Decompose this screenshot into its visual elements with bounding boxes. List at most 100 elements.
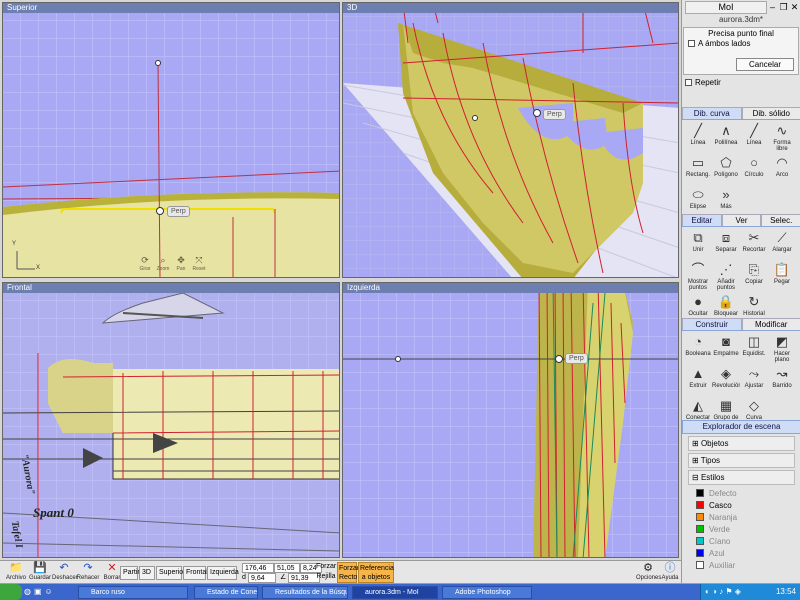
view-button-4[interactable]: Izquierda	[207, 566, 239, 580]
checkbox-box[interactable]	[685, 79, 692, 86]
grid-snap-toggle[interactable]: Rejilla	[316, 572, 336, 582]
tab-draw-solid[interactable]: Dib. sólido	[741, 107, 800, 119]
restore-icon[interactable]: ❐	[778, 2, 789, 13]
explorer-node-types[interactable]: ⊞ Tipos	[688, 453, 795, 468]
style-swatch[interactable]	[696, 525, 704, 533]
taskbar-item-4[interactable]: Adobe Photoshop	[442, 586, 532, 599]
edit-tool-2-button[interactable]: ✂ Recortar	[740, 229, 768, 261]
start-button[interactable]	[0, 584, 22, 600]
tool-label: Polígono	[714, 172, 738, 178]
repeat-checkbox[interactable]: Repetir	[685, 78, 797, 87]
toolbar-button-3[interactable]: ↷ Rehacer	[76, 562, 100, 582]
style-item[interactable]: Defecto	[696, 487, 800, 499]
draw-tool-7-button[interactable]: ◠ Arco	[768, 154, 796, 186]
style-swatch[interactable]	[696, 501, 704, 509]
close-icon[interactable]: ✕	[789, 2, 800, 13]
style-item[interactable]: Azul	[696, 547, 800, 559]
explorer-node-objects[interactable]: ⊞ Objetos	[688, 436, 795, 451]
style-item[interactable]: Auxiliar	[696, 559, 800, 571]
checkbox-box[interactable]	[688, 40, 695, 47]
viewport-left-canvas[interactable]	[343, 283, 679, 558]
tab-build[interactable]: Construir	[682, 318, 742, 330]
build-tool-5-button[interactable]: ◈ Revolución	[712, 365, 740, 397]
tool-icon: ◙	[722, 334, 730, 349]
style-list: Defecto Casco Naranja Verde Cíano Azul Auxilia…	[682, 487, 800, 571]
options-label: Opciones	[636, 575, 662, 581]
style-item[interactable]: Verde	[696, 523, 800, 535]
viewport-3d[interactable]: 3D Perp	[342, 2, 679, 278]
view-button-1[interactable]: 3D	[139, 566, 155, 580]
style-swatch[interactable]	[696, 513, 704, 521]
style-item[interactable]: Naranja	[696, 511, 800, 523]
viewport-left[interactable]: Izquierda Perp	[342, 282, 679, 558]
nav-reset-button[interactable]: ⤧ Reset	[191, 255, 207, 272]
taskbar-item-1[interactable]: Estado de Conexiones ...	[194, 586, 258, 599]
tab-select[interactable]: Selec.	[761, 214, 800, 226]
tab-view[interactable]: Ver	[721, 214, 762, 226]
tab-edit[interactable]: Editar	[682, 214, 722, 226]
build-tool-2-button[interactable]: ◫ Equidist.	[740, 333, 768, 365]
view-button-2[interactable]: Superior	[156, 566, 185, 580]
style-label: Defecto	[709, 488, 737, 498]
view-button-3[interactable]: Frontal	[183, 566, 208, 580]
edit-tool-1-button[interactable]: ⧈ Separar	[712, 229, 740, 261]
explorer-node-styles[interactable]: ⊟ Estilos	[688, 470, 795, 485]
options-button[interactable]: ⚙ Opciones	[636, 562, 662, 582]
taskbar-item-0[interactable]: Barco ruso	[78, 586, 188, 599]
tool-label: Extruir	[689, 383, 707, 389]
viewport-top[interactable]: Superior Perp Y X ⟳ Girar ⌕ Zoom ✥ Pan ⤧ Res…	[2, 2, 340, 278]
build-tool-0-button[interactable]: ◔ Booleana	[684, 333, 712, 365]
cancel-button[interactable]: Cancelar	[736, 58, 794, 71]
build-tool-6-button[interactable]: ⤳ Ajustar	[740, 365, 768, 397]
edit-tool-7-button[interactable]: 📋 Pegar	[768, 261, 796, 293]
edit-tool-0-button[interactable]: ⧉ Unir	[684, 229, 712, 261]
edit-tool-3-button[interactable]: ⟋ Alargar	[768, 229, 796, 261]
node-label: Objetos	[700, 439, 729, 448]
messenger-icon[interactable]: ☺	[45, 587, 53, 596]
force-straight-toggle[interactable]: Forzar Recto	[337, 562, 359, 583]
style-item[interactable]: Cíano	[696, 535, 800, 547]
build-tool-7-button[interactable]: ↝ Barrido	[768, 365, 796, 397]
help-button[interactable]: ⓘ Ayuda	[660, 562, 680, 582]
edit-tool-5-button[interactable]: ⋰ Añadir puntos	[712, 261, 740, 293]
viewport-top-canvas[interactable]	[3, 3, 340, 278]
nav-zoom-button[interactable]: ⌕ Zoom	[155, 255, 171, 272]
toolbar-button-2[interactable]: ↶ Deshacer	[52, 562, 78, 582]
tab-modify[interactable]: Modificar	[741, 318, 800, 330]
edit-tool-6-button[interactable]: ⎘ Copiar	[740, 261, 768, 293]
style-swatch[interactable]	[696, 549, 704, 557]
tool-label: Hacer plano	[773, 351, 790, 363]
draw-tool-1-button[interactable]: ∧ Polilínea	[712, 122, 740, 154]
style-swatch[interactable]	[696, 561, 704, 569]
style-swatch[interactable]	[696, 489, 704, 497]
toolbar-button-0[interactable]: 📁 Archivo	[4, 562, 28, 582]
view-button-0[interactable]: Partir	[120, 566, 140, 580]
viewport-front[interactable]: Frontal "Aurora" Spant 0 Tafel I	[2, 282, 340, 558]
draw-tool-2-button[interactable]: ╱ Línea	[740, 122, 768, 154]
draw-tool-6-button[interactable]: ○ Círculo	[740, 154, 768, 186]
object-snap-toggle[interactable]: Referencia a objetos	[358, 562, 394, 583]
force-label[interactable]: Forzar	[316, 562, 336, 572]
style-item[interactable]: Casco	[696, 499, 800, 511]
style-swatch[interactable]	[696, 537, 704, 545]
browser-icon[interactable]: ◍	[24, 587, 31, 596]
minimize-icon[interactable]: –	[767, 2, 778, 12]
nav-pan-button[interactable]: ✥ Pan	[173, 255, 189, 272]
draw-tool-4-button[interactable]: ▭ Rectang.	[684, 154, 712, 186]
build-tool-3-button[interactable]: ◩ Hacer plano	[768, 333, 796, 365]
taskbar-item-3[interactable]: aurora.3dm - MoI	[352, 586, 438, 599]
draw-tool-0-button[interactable]: ╱ Línea	[684, 122, 712, 154]
draw-tool-3-button[interactable]: ∿ Forma libre	[768, 122, 796, 154]
viewport-3d-canvas[interactable]	[343, 3, 679, 278]
tab-draw-curve[interactable]: Dib. curva	[682, 107, 742, 119]
build-tool-4-button[interactable]: ▲ Extruir	[684, 365, 712, 397]
build-tool-1-button[interactable]: ◙ Empalme	[712, 333, 740, 365]
nav-girar-button[interactable]: ⟳ Girar	[137, 255, 153, 272]
both-sides-checkbox[interactable]: A ámbos lados	[688, 39, 798, 48]
toolbar-button-1[interactable]: 💾 Guardar	[28, 562, 52, 582]
tool-label: Historial	[743, 311, 765, 317]
draw-tool-5-button[interactable]: ⬠ Polígono	[712, 154, 740, 186]
edit-tool-4-button[interactable]: ⌒ Mostrar puntos	[684, 261, 712, 293]
desktop-icon[interactable]: ▣	[34, 587, 42, 596]
taskbar-item-2[interactable]: Resultados de la Búsqu...	[262, 586, 348, 599]
